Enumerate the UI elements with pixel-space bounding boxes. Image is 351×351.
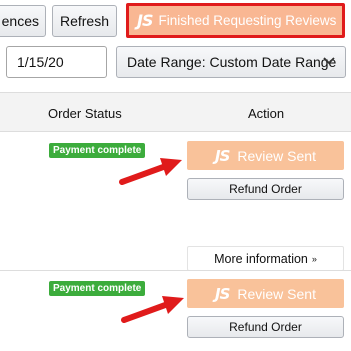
- column-header-action: Action: [248, 106, 285, 121]
- review-sent-button[interactable]: JS Review Sent: [187, 141, 344, 170]
- review-sent-button[interactable]: JS Review Sent: [187, 279, 344, 308]
- refund-order-label: Refund Order: [229, 320, 302, 334]
- refund-order-button[interactable]: Refund Order: [187, 316, 344, 338]
- more-information-label: More information: [214, 251, 308, 266]
- column-header-order-status: Order Status: [48, 106, 122, 121]
- js-logo-icon: JS: [137, 11, 154, 30]
- date-range-label: Date Range: Custom Date Range: [127, 54, 337, 70]
- red-arrow-icon: [121, 296, 184, 323]
- finished-requesting-reviews-label: Finished Requesting Reviews: [158, 13, 337, 28]
- table-header: Order Status Action: [0, 92, 351, 132]
- preferences-button[interactable]: ences: [0, 5, 46, 37]
- row-divider: [0, 270, 351, 271]
- date-input[interactable]: 1/15/20: [6, 46, 107, 78]
- js-logo-icon: JS: [215, 284, 230, 303]
- double-chevron-down-icon: »: [311, 253, 317, 264]
- refund-order-button[interactable]: Refund Order: [187, 178, 344, 200]
- preferences-label: ences: [1, 13, 39, 29]
- more-information-button[interactable]: More information »: [187, 246, 344, 271]
- refresh-label: Refresh: [59, 13, 110, 29]
- review-sent-label: Review Sent: [237, 147, 316, 164]
- js-logo-icon: JS: [215, 146, 230, 165]
- refund-order-label: Refund Order: [229, 182, 302, 196]
- review-sent-label: Review Sent: [237, 285, 316, 302]
- chevron-down-icon: [323, 56, 335, 69]
- date-range-select[interactable]: Date Range: Custom Date Range: [116, 46, 346, 78]
- refresh-button[interactable]: Refresh: [52, 5, 117, 37]
- finished-requesting-reviews-button[interactable]: JS Finished Requesting Reviews: [126, 3, 345, 38]
- date-input-value: 1/15/20: [17, 54, 64, 70]
- toolbar: ences Refresh JS Finished Requesting Rev…: [0, 0, 351, 92]
- red-arrow-icon: [119, 158, 182, 185]
